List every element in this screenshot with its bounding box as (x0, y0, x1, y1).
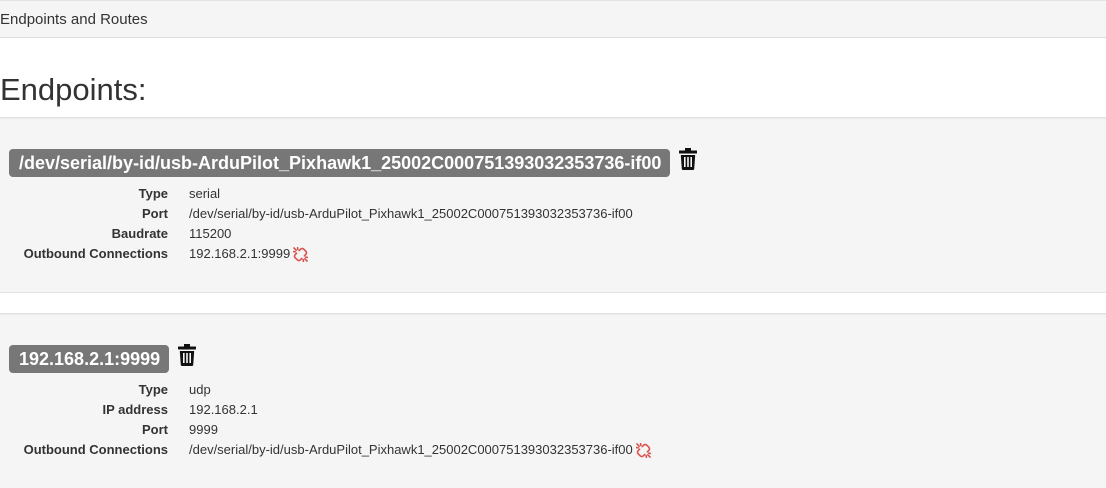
endpoint-card: 192.168.2.1:9999 Type udp IP address 192… (0, 313, 1106, 488)
property-row: Type udp (0, 380, 1100, 400)
property-value-text: 192.168.2.1 (189, 402, 258, 417)
unlink-icon[interactable] (635, 442, 651, 458)
outbound-connection-text: /dev/serial/by-id/usb-ArduPilot_Pixhawk1… (189, 442, 633, 457)
page-heading: Endpoints: (0, 72, 147, 107)
top-bar-title: Endpoints and Routes (0, 11, 148, 28)
endpoint-properties: Type serial Port /dev/serial/by-id/usb-A… (0, 184, 1100, 264)
property-key: Baudrate (111, 226, 168, 241)
page: Endpoints and Routes Endpoints: /dev/ser… (0, 0, 1106, 488)
endpoint-properties: Type udp IP address 192.168.2.1 Port 999… (0, 380, 1100, 460)
property-key: Type (138, 186, 168, 201)
unlink-icon[interactable] (293, 246, 309, 262)
endpoint-card: /dev/serial/by-id/usb-ArduPilot_Pixhawk1… (0, 117, 1106, 293)
property-value-text: serial (189, 186, 221, 201)
property-value-text: udp (189, 382, 211, 397)
endpoint-header: 192.168.2.1:9999 (9, 344, 197, 373)
endpoint-header: /dev/serial/by-id/usb-ArduPilot_Pixhawk1… (9, 148, 698, 177)
property-row: Port 9999 (0, 420, 1100, 440)
property-row: Baudrate 115200 (0, 224, 1100, 244)
property-row: Type serial (0, 184, 1100, 204)
property-key: Port (142, 422, 168, 437)
property-value-text: 115200 (189, 226, 232, 241)
property-value: 115200 (189, 224, 231, 244)
trash-icon[interactable] (678, 148, 698, 170)
outbound-connection-text: 192.168.2.1:9999 (189, 246, 291, 261)
property-key: Outbound Connections (23, 246, 168, 261)
property-value-text: 9999 (189, 422, 218, 437)
property-key: Type (138, 382, 168, 397)
property-value: serial (189, 184, 220, 204)
property-key: Outbound Connections (23, 442, 168, 457)
property-row: Outbound Connections /dev/serial/by-id/u… (0, 440, 1100, 460)
endpoint-name-label: /dev/serial/by-id/usb-ArduPilot_Pixhawk1… (9, 149, 671, 177)
property-row: Port /dev/serial/by-id/usb-ArduPilot_Pix… (0, 204, 1100, 224)
property-value: /dev/serial/by-id/usb-ArduPilot_Pixhawk1… (189, 440, 651, 460)
endpoint-name-label: 192.168.2.1:9999 (9, 345, 170, 373)
property-key: Port (142, 206, 168, 221)
property-value: 192.168.2.1:9999 (189, 244, 309, 264)
property-value: /dev/serial/by-id/usb-ArduPilot_Pixhawk1… (189, 204, 633, 224)
property-key: IP address (102, 402, 168, 417)
property-value: 192.168.2.1 (189, 400, 258, 420)
property-value: udp (189, 380, 211, 400)
property-row: Outbound Connections 192.168.2.1:9999 (0, 244, 1100, 264)
trash-icon[interactable] (177, 344, 197, 366)
property-value-text: /dev/serial/by-id/usb-ArduPilot_Pixhawk1… (189, 206, 633, 221)
top-bar: Endpoints and Routes (0, 0, 1106, 38)
property-row: IP address 192.168.2.1 (0, 400, 1100, 420)
property-value: 9999 (189, 420, 218, 440)
